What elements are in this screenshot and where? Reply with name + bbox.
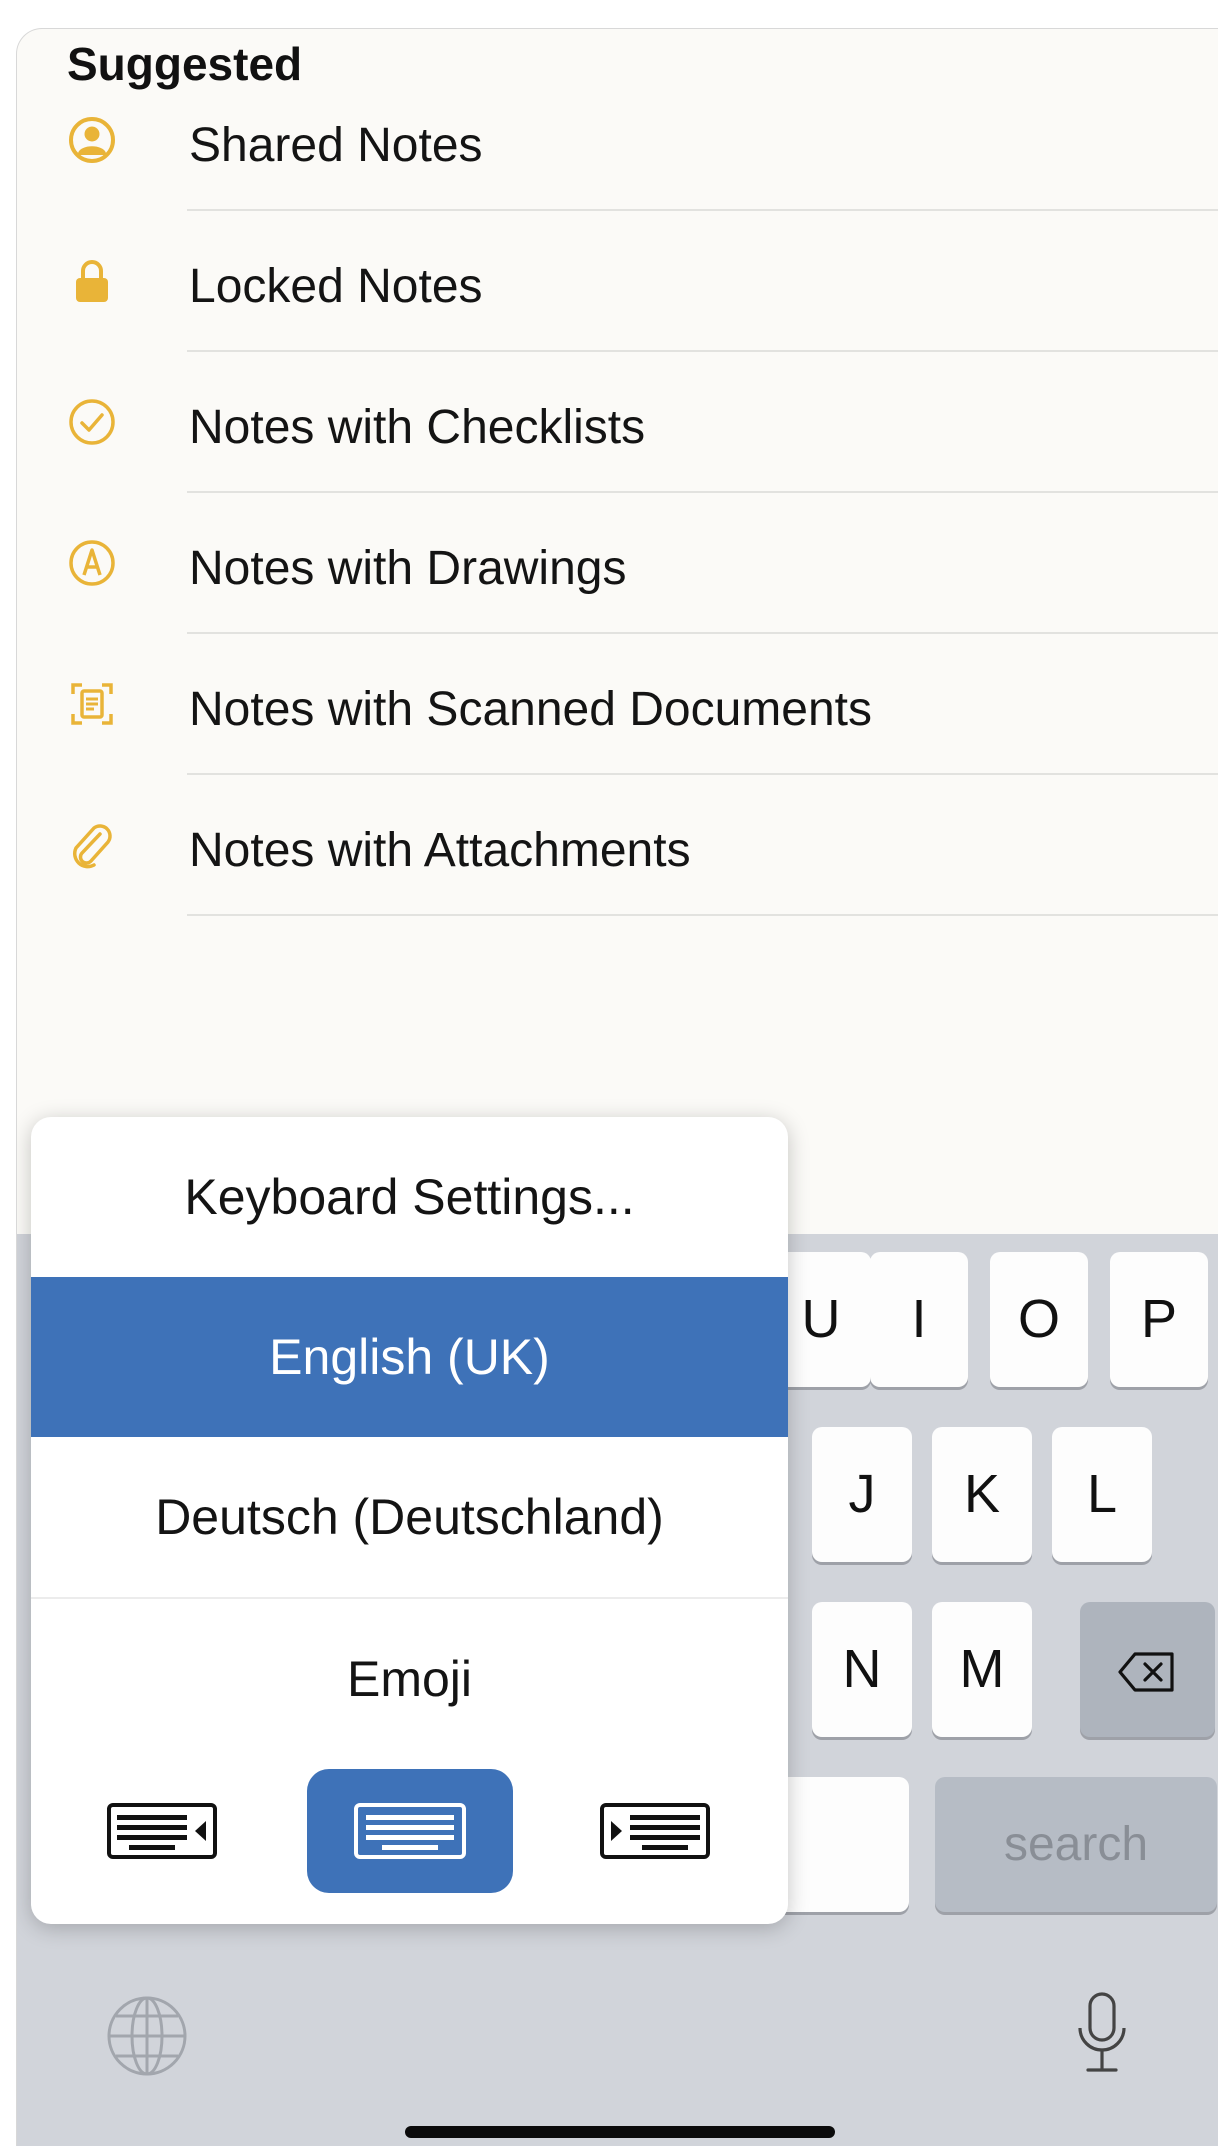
key-i[interactable]: I <box>870 1252 968 1387</box>
paperclip-icon <box>72 824 112 869</box>
list-item-label: Shared Notes <box>189 119 483 172</box>
language-english-uk[interactable]: English (UK) <box>31 1277 788 1437</box>
keyboard-left-button[interactable] <box>107 1769 219 1893</box>
list-item-label: Notes with Drawings <box>189 542 627 595</box>
keyboard-left-icon <box>107 1803 217 1859</box>
keyboard-settings-item[interactable]: Keyboard Settings... <box>31 1117 788 1277</box>
key-m[interactable]: M <box>932 1602 1032 1737</box>
keyboard-right-icon <box>600 1803 710 1859</box>
key-n[interactable]: N <box>812 1602 912 1737</box>
delete-key[interactable] <box>1080 1602 1215 1737</box>
notes-search-screen: Suggested Shared Notes Locked Notes Note… <box>16 28 1218 2146</box>
key-l[interactable]: L <box>1052 1427 1152 1562</box>
search-key[interactable]: search <box>935 1777 1217 1912</box>
list-item-scanned-documents[interactable]: Notes with Scanned Documents <box>17 634 1218 775</box>
keyboard-right-button[interactable] <box>598 1769 710 1893</box>
checkmark-circle-icon <box>69 399 115 445</box>
list-item-label: Locked Notes <box>189 260 483 313</box>
list-item-locked-notes[interactable]: Locked Notes <box>17 211 1218 352</box>
key-j[interactable]: J <box>812 1427 912 1562</box>
home-indicator <box>405 2126 835 2138</box>
keyboard-full-button[interactable] <box>307 1769 513 1893</box>
list-item-label: Notes with Attachments <box>189 824 691 877</box>
key-o[interactable]: O <box>990 1252 1088 1387</box>
list-item-checklists[interactable]: Notes with Checklists <box>17 352 1218 493</box>
list-item-label: Notes with Scanned Documents <box>189 683 873 736</box>
microphone-icon[interactable] <box>1074 1990 1130 2078</box>
key-k[interactable]: K <box>932 1427 1032 1562</box>
keyboard-switcher-menu: Keyboard Settings... English (UK) Deutsc… <box>31 1117 788 1924</box>
list-item-attachments[interactable]: Notes with Attachments <box>17 775 1218 916</box>
key-p[interactable]: P <box>1110 1252 1208 1387</box>
pen-circle-icon <box>69 540 115 586</box>
list-item-drawings[interactable]: Notes with Drawings <box>17 493 1218 634</box>
globe-icon[interactable] <box>105 1994 189 2078</box>
delete-backward-icon <box>1118 1652 1174 1692</box>
list-item-shared-notes[interactable]: Shared Notes <box>17 70 1218 211</box>
doc-scan-icon <box>71 683 113 725</box>
language-deutsch[interactable]: Deutsch (Deutschland) <box>31 1437 788 1597</box>
language-emoji[interactable]: Emoji <box>31 1599 788 1759</box>
lock-icon <box>76 260 108 302</box>
separator <box>187 914 1218 916</box>
keyboard-full-icon <box>354 1803 466 1859</box>
person-circle-icon <box>69 117 115 163</box>
list-item-label: Notes with Checklists <box>189 401 646 454</box>
